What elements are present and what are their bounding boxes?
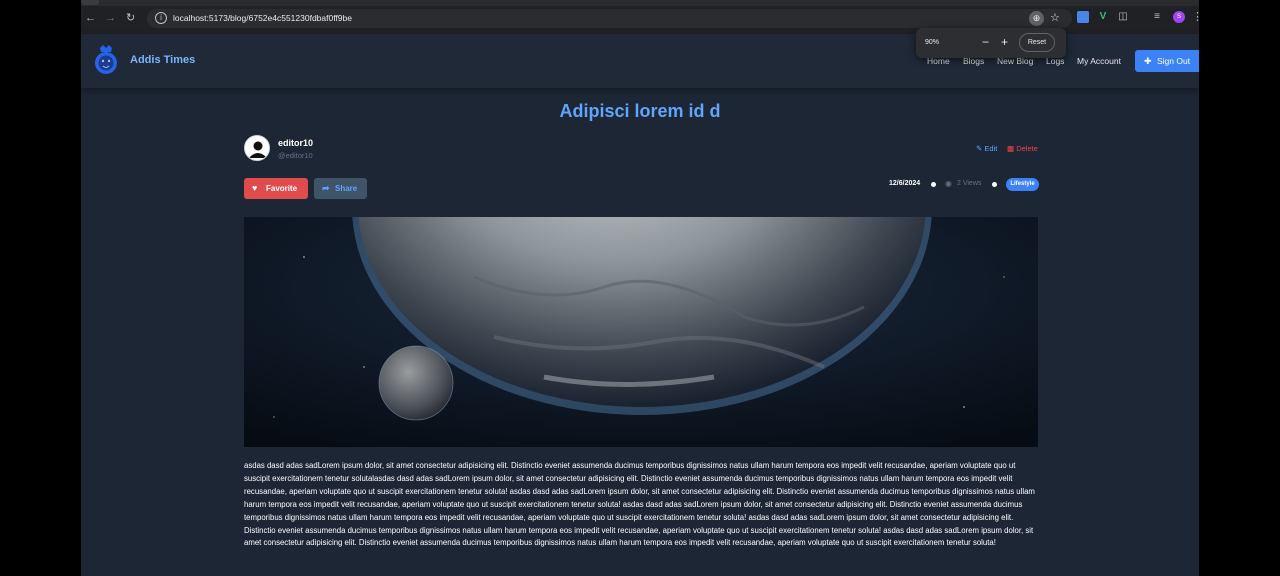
lion-logo[interactable] xyxy=(93,44,119,76)
site-info-icon[interactable]: i xyxy=(155,12,167,24)
favorite-button[interactable]: ♥ Favorite xyxy=(244,178,308,199)
active-tab[interactable] xyxy=(81,0,99,5)
media-control-icon[interactable]: ≡ xyxy=(1151,11,1163,23)
sign-out-label: Sign Out xyxy=(1157,56,1191,66)
trash-icon: ▩ xyxy=(1007,144,1015,153)
post-cover-image xyxy=(244,217,1038,447)
edit-label: Edit xyxy=(984,144,998,153)
author-handle: @editor10 xyxy=(278,151,313,160)
app-viewport: ← → ↻ i localhost:5173/blog/6752e4c55123… xyxy=(81,0,1199,576)
view-count: 2 Views xyxy=(957,180,982,187)
post-title: Adipisci lorem id d xyxy=(559,101,721,121)
tab-strip xyxy=(81,0,1199,6)
share-button[interactable]: ➦ Share xyxy=(314,178,367,199)
url-text[interactable]: localhost:5173/blog/6752e4c551230fdbaf0f… xyxy=(173,13,352,23)
post-body: asdas dasd adas sadLorem ipsum dolor, si… xyxy=(244,461,1035,548)
separator-dot xyxy=(931,182,936,187)
sign-out-button[interactable]: ✚ Sign Out xyxy=(1135,50,1199,72)
forward-icon[interactable]: → xyxy=(105,11,116,25)
address-bar[interactable]: i localhost:5173/blog/6752e4c551230fdbaf… xyxy=(147,9,1072,28)
heart-icon: ♥ xyxy=(252,183,258,193)
author-avatar[interactable] xyxy=(244,135,270,161)
delete-label: Delete xyxy=(1016,144,1038,153)
zoom-popup: 90% − + Reset xyxy=(916,28,1066,58)
puzzle-extensions-icon[interactable]: ◫ xyxy=(1117,11,1129,23)
browser-menu-icon[interactable]: ⋮ xyxy=(1192,10,1199,23)
eye-icon: ◉ xyxy=(945,179,952,188)
zoom-percentage: 90% xyxy=(925,39,940,46)
delete-link[interactable]: ▩ Delete xyxy=(1007,144,1038,153)
separator-dot xyxy=(992,182,997,187)
pencil-square-icon: ✎ xyxy=(976,144,983,153)
author-name[interactable]: editor10 xyxy=(278,138,313,148)
zoom-reset-button[interactable]: Reset xyxy=(1019,33,1055,52)
post-date: 12/6/2024 xyxy=(889,180,921,187)
bookmark-star-icon[interactable]: ☆ xyxy=(1050,11,1060,24)
nav-my-account[interactable]: My Account xyxy=(1077,56,1121,66)
back-icon[interactable]: ← xyxy=(85,11,96,25)
reload-icon[interactable]: ↻ xyxy=(126,11,135,25)
edit-link[interactable]: ✎ Edit xyxy=(976,144,997,153)
user-silhouette-icon xyxy=(249,141,267,158)
user-plus-icon: ✚ xyxy=(1144,56,1152,66)
planet-image xyxy=(244,217,1038,447)
brand-name[interactable]: Addis Times xyxy=(130,54,195,66)
extension-icon[interactable] xyxy=(1077,11,1089,23)
share-label: Share xyxy=(335,184,358,193)
favorite-label: Favorite xyxy=(266,184,298,193)
category-badge[interactable]: Lifestyle xyxy=(1006,178,1039,191)
zoom-in-button[interactable]: + xyxy=(1001,35,1008,49)
zoom-icon[interactable]: ⊕ xyxy=(1029,11,1044,26)
zoom-out-button[interactable]: − xyxy=(982,35,989,49)
profile-avatar[interactable]: S xyxy=(1173,11,1185,23)
vue-devtools-icon[interactable]: V xyxy=(1097,11,1109,23)
share-arrow-icon: ➦ xyxy=(322,183,330,193)
